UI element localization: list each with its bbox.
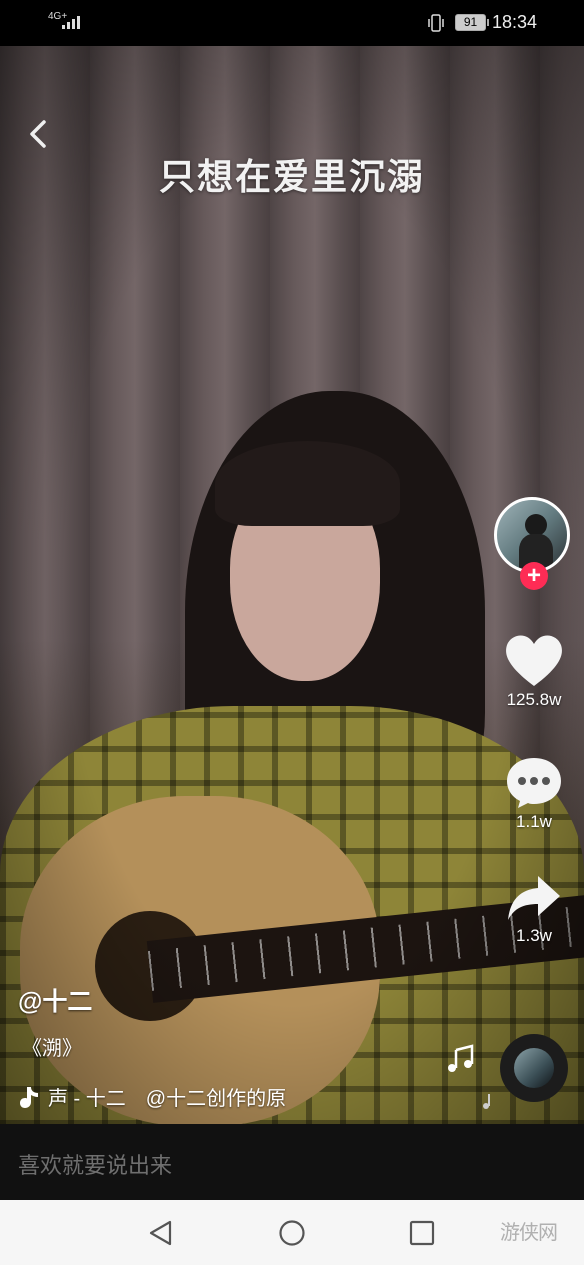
floating-note-small-icon <box>483 1094 490 1109</box>
music-info[interactable]: 声 - 十二 @十二创作的原 <box>18 1082 338 1111</box>
nav-recent-icon[interactable] <box>408 1219 436 1247</box>
share-arrow-icon <box>508 876 560 920</box>
comment-bubble-icon <box>507 758 561 808</box>
status-bar: 4G+ 91 18:34 <box>0 0 584 46</box>
comment-input[interactable]: 喜欢就要说出来 <box>18 1148 172 1180</box>
vibrate-icon <box>428 14 444 32</box>
like-button[interactable]: 125.8w <box>494 632 574 710</box>
comment-button[interactable]: 1.1w <box>494 754 574 832</box>
clock: 18:34 <box>492 12 538 32</box>
floating-note-icon <box>448 1044 474 1072</box>
comment-bar[interactable]: 喜欢就要说出来 <box>0 1124 584 1200</box>
music-disc[interactable] <box>500 1034 568 1102</box>
share-button[interactable]: 1.3w <box>494 872 574 946</box>
avatar-figure <box>525 514 547 536</box>
author-username[interactable]: @十二 <box>18 982 92 1018</box>
follow-button[interactable]: + <box>520 562 548 590</box>
signal-strength-icon <box>62 16 80 29</box>
music-disc-cover <box>514 1048 554 1088</box>
nav-back-icon[interactable] <box>146 1218 176 1248</box>
video-caption: 《溯》 <box>22 1038 82 1060</box>
watermark-text: 游侠网 <box>500 1220 558 1244</box>
system-nav-bar: 游侠网 <box>0 1200 584 1265</box>
lyric-overlay: 只想在爱里沉溺 <box>158 156 425 198</box>
video-vignette <box>0 46 584 1124</box>
video-player[interactable] <box>0 46 584 1124</box>
battery-indicator: 91 <box>455 14 489 31</box>
music-title: 声 - 十二 @十二创作的原 <box>48 1088 287 1110</box>
music-note-icon <box>20 1086 38 1108</box>
share-count: 1.3w <box>516 926 552 945</box>
nav-home-icon[interactable] <box>277 1218 307 1248</box>
like-count: 125.8w <box>506 690 562 709</box>
back-arrow-icon[interactable] <box>22 116 58 152</box>
heart-icon <box>506 635 562 686</box>
comment-count: 1.1w <box>516 812 552 831</box>
